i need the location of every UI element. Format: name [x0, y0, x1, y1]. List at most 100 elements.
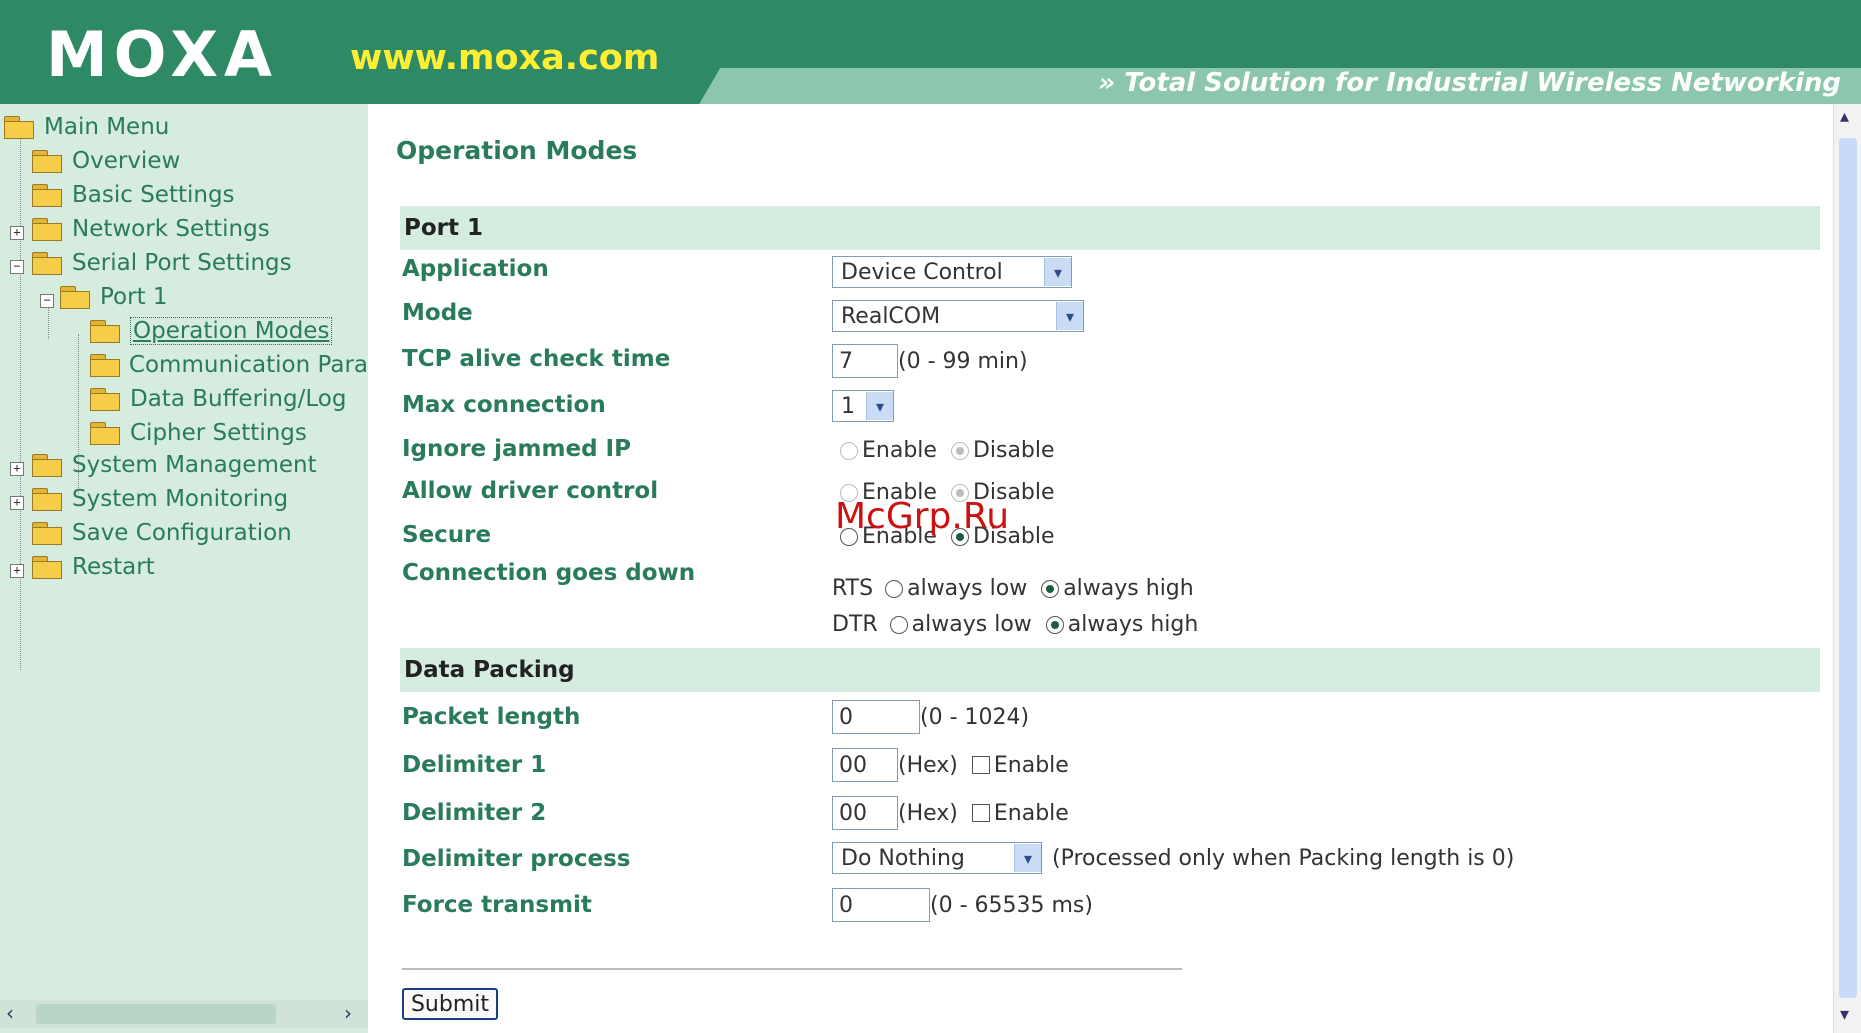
delimiter-2-enable-checkbox[interactable]	[971, 804, 990, 822]
dtr-label: DTR	[832, 612, 878, 637]
folder-icon	[90, 388, 120, 411]
expand-icon[interactable]: +	[10, 462, 24, 476]
moxa-logo: MOXA	[46, 18, 278, 91]
packet-length-hint: (0 - 1024)	[920, 704, 1030, 730]
tcp-alive-control: 7 (0 - 99 min)	[832, 344, 1028, 378]
always-low-label: always low	[907, 576, 1028, 601]
folder-icon	[32, 488, 62, 511]
chevron-down-icon[interactable]: ▾	[1056, 302, 1083, 330]
folder-icon	[32, 454, 62, 477]
mode-control: RealCOM ▾	[832, 300, 1084, 332]
delimiter-process-label: Delimiter process	[402, 846, 631, 872]
sidebar-item-communication-parameters[interactable]: Communication Para	[90, 348, 368, 382]
ignore-jammed-disable-radio[interactable]	[950, 441, 969, 460]
scroll-right-icon[interactable]: ›	[344, 1001, 352, 1025]
tcp-alive-input[interactable]: 7	[832, 344, 898, 378]
sidebar-item-operation-modes[interactable]: Operation Modes	[90, 314, 333, 348]
sidebar-item-overview[interactable]: Overview	[32, 144, 180, 178]
form-divider	[402, 968, 1182, 970]
section-header-data-packing: Data Packing	[400, 648, 1820, 692]
main-content: Operation Modes Port 1 Application Devic…	[368, 104, 1833, 1033]
max-connection-control: 1 ▾	[832, 390, 894, 422]
sidebar-item-serial-port-settings[interactable]: Serial Port Settings	[32, 246, 292, 280]
scrollbar-thumb[interactable]	[36, 1004, 276, 1024]
dtr-low-radio[interactable]	[889, 615, 908, 634]
folder-icon	[32, 522, 62, 545]
mode-select[interactable]: RealCOM ▾	[832, 300, 1084, 332]
folder-icon	[32, 218, 62, 241]
delimiter-1-enable-checkbox[interactable]	[971, 756, 990, 774]
secure-label: Secure	[402, 522, 492, 548]
scroll-left-icon[interactable]: ‹	[6, 1001, 14, 1025]
site-url: www.moxa.com	[350, 38, 660, 78]
expand-icon[interactable]: +	[10, 496, 24, 510]
delimiter-1-input[interactable]: 00	[832, 748, 898, 782]
delimiter-1-label: Delimiter 1	[402, 752, 547, 778]
always-low-label: always low	[911, 612, 1032, 637]
folder-icon	[32, 150, 62, 173]
sidebar-item-network-settings[interactable]: Network Settings	[32, 212, 270, 246]
folder-icon	[32, 184, 62, 207]
enable-option-label: Enable	[993, 800, 1069, 826]
hex-label: (Hex)	[898, 800, 958, 826]
submit-button[interactable]: Submit	[402, 988, 498, 1020]
rts-control: RTS always low always high	[832, 576, 1194, 601]
application-label: Application	[402, 256, 549, 282]
section-header-port: Port 1	[400, 206, 1820, 250]
sidebar-item-system-monitoring[interactable]: System Monitoring	[32, 482, 288, 516]
force-transmit-input[interactable]: 0	[832, 888, 930, 922]
sidebar-item-data-buffering[interactable]: Data Buffering/Log	[90, 382, 346, 416]
ignore-jammed-enable-radio[interactable]	[840, 441, 858, 460]
always-high-label: always high	[1067, 612, 1199, 637]
rts-low-radio[interactable]	[885, 579, 904, 598]
application-select[interactable]: Device Control ▾	[832, 256, 1072, 288]
folder-icon	[90, 354, 120, 377]
delimiter-process-value: Do Nothing	[841, 845, 965, 871]
sidebar-item-save-configuration[interactable]: Save Configuration	[32, 516, 292, 550]
packet-length-label: Packet length	[402, 704, 581, 730]
folder-icon	[90, 422, 120, 445]
sidebar-tree: Main Menu Overview Basic Settings + Netw…	[0, 104, 368, 1033]
tcp-alive-label: TCP alive check time	[402, 346, 671, 372]
collapse-icon[interactable]: −	[40, 294, 54, 308]
sidebar-item-main-menu[interactable]: Main Menu	[4, 110, 169, 144]
sidebar-item-system-management[interactable]: System Management	[32, 448, 317, 482]
enable-option-label: Enable	[993, 752, 1069, 778]
ignore-jammed-control: Enable Disable	[840, 438, 1055, 463]
folder-open-icon	[4, 116, 34, 139]
delimiter-2-control: 00 (Hex) Enable	[832, 796, 1069, 830]
enable-option-label: Enable	[862, 438, 937, 463]
main-vertical-scrollbar[interactable]: ▴ ▾	[1833, 104, 1861, 1033]
folder-icon	[90, 320, 120, 343]
disable-option-label: Disable	[972, 438, 1055, 463]
expand-icon[interactable]: +	[10, 226, 24, 240]
sidebar-item-restart[interactable]: Restart	[32, 550, 155, 584]
packet-length-input[interactable]: 0	[832, 700, 920, 734]
header: MOXA www.moxa.com » Total Solution for I…	[0, 0, 1861, 104]
max-connection-label: Max connection	[402, 392, 606, 418]
dtr-high-radio[interactable]	[1045, 615, 1064, 634]
collapse-icon[interactable]: −	[10, 260, 24, 274]
sidebar-horizontal-scrollbar[interactable]: ‹ ›	[0, 1000, 368, 1028]
mode-label: Mode	[402, 300, 473, 326]
sidebar-item-basic-settings[interactable]: Basic Settings	[32, 178, 235, 212]
max-connection-value: 1	[841, 393, 855, 419]
expand-icon[interactable]: +	[10, 564, 24, 578]
scrollbar-thumb[interactable]	[1839, 138, 1857, 998]
chevron-down-icon[interactable]: ▾	[866, 392, 893, 420]
rts-high-radio[interactable]	[1041, 579, 1060, 598]
delimiter-process-select[interactable]: Do Nothing ▾	[832, 842, 1042, 874]
delimiter-process-control: Do Nothing ▾ (Processed only when Packin…	[832, 842, 1514, 874]
max-connection-select[interactable]: 1 ▾	[832, 390, 894, 422]
folder-open-icon	[32, 252, 62, 275]
scroll-up-icon[interactable]: ▴	[1840, 106, 1849, 127]
sidebar-item-port-1[interactable]: Port 1	[60, 280, 168, 314]
scroll-down-icon[interactable]: ▾	[1840, 1004, 1849, 1025]
sidebar-item-cipher-settings[interactable]: Cipher Settings	[90, 416, 307, 450]
delimiter-2-input[interactable]: 00	[832, 796, 898, 830]
mode-value: RealCOM	[841, 303, 941, 329]
chevron-down-icon[interactable]: ▾	[1044, 258, 1071, 286]
allow-driver-label: Allow driver control	[402, 478, 659, 504]
application-control: Device Control ▾	[832, 256, 1072, 288]
chevron-down-icon[interactable]: ▾	[1014, 844, 1041, 872]
